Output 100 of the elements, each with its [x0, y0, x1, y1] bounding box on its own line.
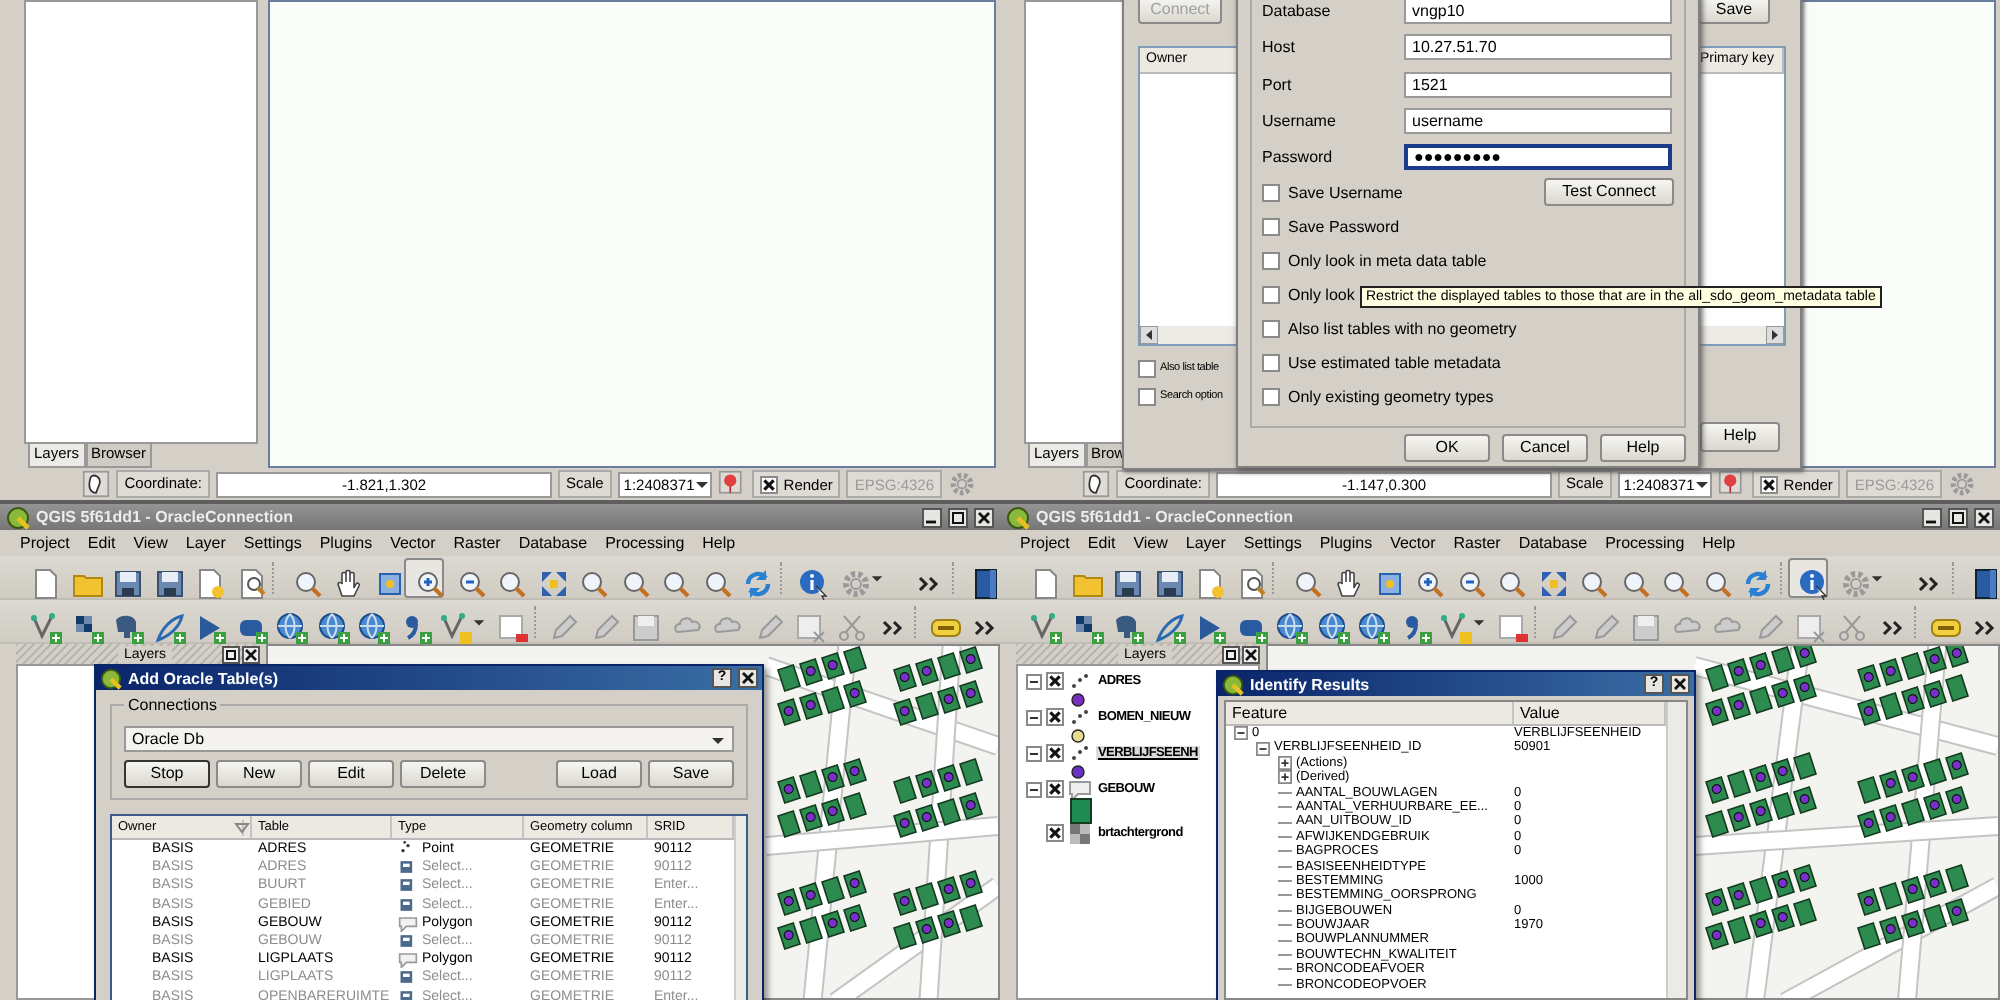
- menu-item[interactable]: Processing: [605, 530, 685, 556]
- checkbox[interactable]: [759, 475, 778, 493]
- dialog-button[interactable]: Save: [648, 760, 734, 788]
- collapse-icon[interactable]: [1026, 709, 1042, 725]
- checkbox[interactable]: [1759, 475, 1778, 493]
- close-icon[interactable]: [242, 645, 260, 663]
- dialog-title: Add Oracle Table(s): [128, 669, 278, 687]
- info-icon[interactable]: [1788, 557, 1828, 597]
- dialog-button[interactable]: Load: [556, 760, 642, 788]
- menu-item[interactable]: Raster: [1453, 530, 1501, 556]
- checkbox[interactable]: [1138, 387, 1156, 405]
- menu-item[interactable]: Database: [1518, 530, 1588, 556]
- maximize-icon[interactable]: [948, 507, 968, 527]
- checkbox[interactable]: [1262, 388, 1280, 407]
- checkbox[interactable]: [1046, 744, 1064, 762]
- connection-combobox[interactable]: Oracle Db: [124, 726, 734, 752]
- dialog-button[interactable]: OK: [1404, 434, 1490, 462]
- scroll-left-icon[interactable]: [1140, 326, 1158, 344]
- collapse-icon[interactable]: [1026, 673, 1042, 689]
- menu-item[interactable]: Processing: [1605, 530, 1685, 556]
- help-button[interactable]: Help: [1700, 422, 1780, 452]
- collapse-icon[interactable]: [1026, 745, 1042, 761]
- collapse-icon[interactable]: [1256, 741, 1270, 756]
- menu-item[interactable]: Raster: [453, 530, 501, 556]
- checkbox[interactable]: [1046, 708, 1064, 726]
- caret-icon: [694, 476, 711, 492]
- menu-item[interactable]: Vector: [390, 530, 436, 556]
- dialog-button[interactable]: Help: [1600, 434, 1686, 462]
- close-icon[interactable]: [1670, 674, 1690, 694]
- expand-icon[interactable]: [1278, 755, 1292, 770]
- input-field[interactable]: ●●●●●●●●●: [1404, 144, 1672, 171]
- field-label: Host: [1262, 36, 1297, 61]
- checkbox[interactable]: [1262, 218, 1280, 237]
- menu-item[interactable]: Database: [518, 530, 588, 556]
- menu-item[interactable]: Plugins: [1319, 530, 1373, 556]
- polygon-layer-icon: [1068, 777, 1092, 801]
- collapse-icon[interactable]: [1026, 781, 1042, 797]
- minimize-icon[interactable]: [922, 507, 942, 527]
- checkbox-label: Use estimated table metadata: [1288, 354, 1501, 373]
- scrollbar[interactable]: [734, 816, 746, 1000]
- checkbox[interactable]: [1262, 184, 1280, 203]
- qgis-logo-icon: [1006, 505, 1030, 529]
- float-icon[interactable]: [1222, 645, 1240, 663]
- checkbox[interactable]: [1046, 780, 1064, 798]
- close-icon[interactable]: [1974, 507, 1994, 527]
- field-label: Database: [1262, 0, 1333, 24]
- test-connect-button[interactable]: Test Connect: [1544, 178, 1674, 207]
- menu-item[interactable]: Edit: [87, 530, 116, 556]
- input-field[interactable]: 10.27.51.70: [1404, 34, 1672, 61]
- menu-item[interactable]: Help: [1702, 530, 1736, 556]
- checkbox[interactable]: [1262, 320, 1280, 339]
- checkbox[interactable]: [1046, 672, 1064, 690]
- checkbox[interactable]: [1262, 252, 1280, 271]
- stop-render-icon[interactable]: [717, 470, 746, 498]
- menu-item[interactable]: Edit: [1087, 530, 1116, 556]
- dialog-button[interactable]: New: [216, 760, 302, 788]
- close-icon[interactable]: [1242, 645, 1260, 663]
- checkbox-label: Only look in meta data table: [1288, 252, 1487, 271]
- stop-render-icon[interactable]: [1717, 470, 1746, 498]
- close-icon[interactable]: [974, 507, 994, 527]
- field-label: Port: [1262, 73, 1294, 98]
- checkbox[interactable]: [1262, 354, 1280, 373]
- dialog-button[interactable]: Stop: [124, 760, 210, 788]
- table-type-icon: [398, 858, 418, 877]
- input-field[interactable]: 1521: [1404, 71, 1672, 98]
- dialog-button[interactable]: Delete: [400, 760, 486, 788]
- dialog-title: Identify Results: [1250, 675, 1370, 693]
- field-label: Username: [1262, 109, 1338, 134]
- scroll-right-icon[interactable]: [1766, 326, 1784, 344]
- minimize-icon[interactable]: [1922, 507, 1942, 527]
- checkbox[interactable]: [1262, 286, 1280, 305]
- input-field[interactable]: vngp10: [1404, 0, 1672, 24]
- window-title: QGIS 5f61dd1 - OracleConnection: [1036, 508, 1293, 526]
- scrollbar[interactable]: [1666, 702, 1686, 998]
- float-icon[interactable]: [222, 645, 240, 663]
- column-header[interactable]: Feature: [1226, 702, 1514, 724]
- menu-item[interactable]: Settings: [1243, 530, 1302, 556]
- menu-item[interactable]: Layer: [185, 530, 226, 556]
- window-title: QGIS 5f61dd1 - OracleConnection: [36, 508, 293, 526]
- caret-icon: [1694, 476, 1711, 492]
- menu-item[interactable]: Vector: [1390, 530, 1436, 556]
- dialog-button[interactable]: Cancel: [1502, 434, 1588, 462]
- menu-item[interactable]: Layer: [1185, 530, 1226, 556]
- zoom-in-icon[interactable]: [404, 557, 444, 597]
- dialog-button[interactable]: Edit: [308, 760, 394, 788]
- maximize-icon[interactable]: [1948, 507, 1968, 527]
- input-field[interactable]: username: [1404, 107, 1672, 134]
- checkbox[interactable]: [1138, 359, 1156, 377]
- close-icon[interactable]: [738, 668, 758, 688]
- dialog-button[interactable]: Save: [1698, 0, 1770, 24]
- menu-item[interactable]: Project: [1020, 530, 1070, 556]
- expand-icon[interactable]: [1278, 770, 1292, 785]
- menu-item[interactable]: Settings: [243, 530, 302, 556]
- menu-item[interactable]: View: [1133, 530, 1168, 556]
- menu-item[interactable]: Help: [702, 530, 736, 556]
- menu-item[interactable]: Plugins: [319, 530, 373, 556]
- checkbox[interactable]: [1046, 824, 1064, 842]
- menu-item[interactable]: Project: [20, 530, 70, 556]
- menu-item[interactable]: View: [133, 530, 168, 556]
- collapse-icon[interactable]: [1234, 726, 1248, 741]
